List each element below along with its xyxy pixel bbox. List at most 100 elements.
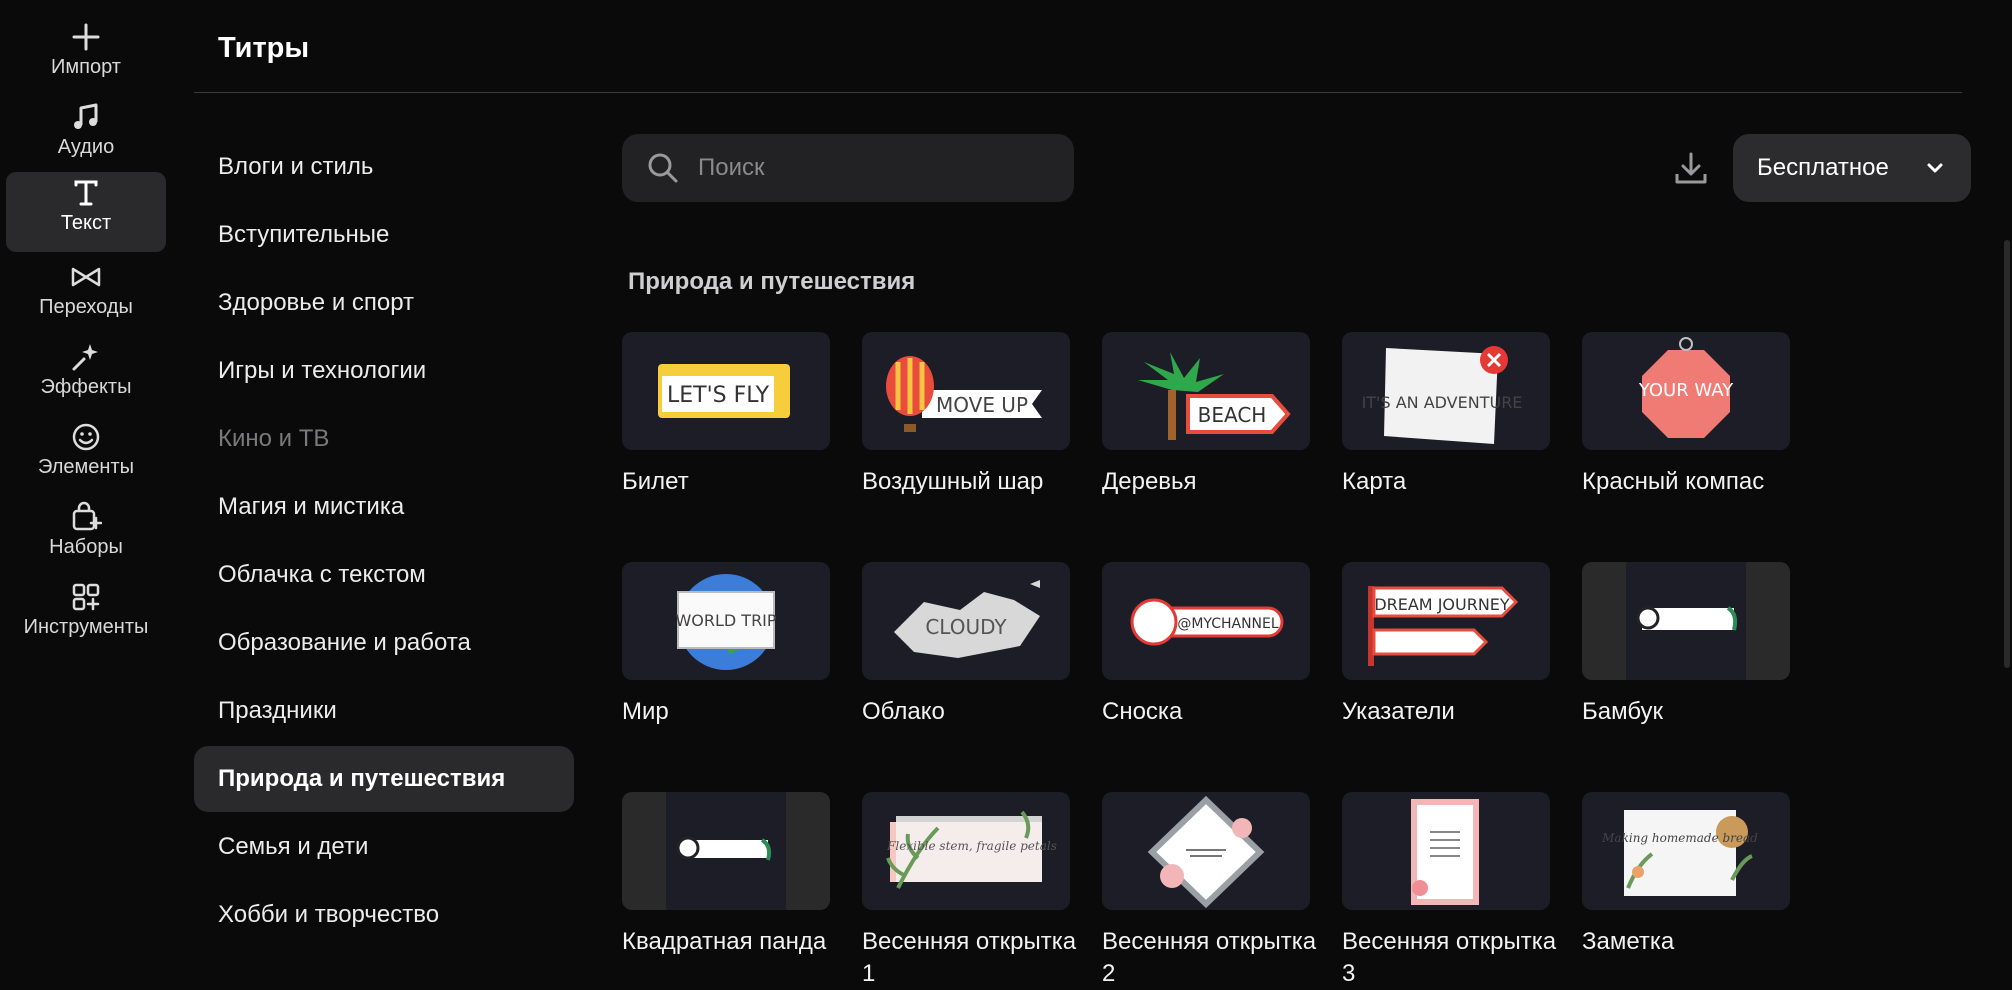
template-label: Весенняя открытка 1 bbox=[862, 928, 1077, 987]
template-label: Воздушный шар bbox=[862, 468, 1044, 495]
svg-text:MOVE UP: MOVE UP bbox=[936, 393, 1028, 417]
price-filter-value: Бесплатное bbox=[1757, 154, 1889, 181]
title-template-card[interactable]: Весенняя открытка 2 bbox=[1102, 792, 1316, 990]
category-item[interactable]: Магия и мистика bbox=[194, 474, 574, 540]
template-thumbnail: YOUR WAY bbox=[1582, 332, 1790, 450]
template-label: Весенняя открытка 3 bbox=[1342, 928, 1557, 987]
svg-text:YOUR WAY: YOUR WAY bbox=[1638, 380, 1734, 401]
category-list: Влоги и стиль Вступительные Здоровье и с… bbox=[194, 134, 574, 950]
price-filter-dropdown[interactable]: Бесплатное bbox=[1733, 134, 1971, 202]
music-note-icon bbox=[69, 100, 103, 134]
title-template-card[interactable]: DREAM JOURNEY Указатели bbox=[1342, 562, 1550, 728]
rail-item-transitions[interactable]: Переходы bbox=[6, 256, 166, 336]
template-label: Весенняя открытка 2 bbox=[1102, 928, 1317, 987]
title-template-card[interactable]: LET'S FLY Билет bbox=[622, 332, 830, 498]
template-label: Мир bbox=[622, 698, 669, 725]
title-template-card[interactable]: WORLD TRIP Мир bbox=[622, 562, 830, 728]
svg-text:Flexible stem, fragile petals: Flexible stem, fragile petals bbox=[886, 839, 1057, 853]
rail-label: Импорт bbox=[51, 56, 121, 78]
download-button[interactable] bbox=[1672, 148, 1710, 188]
title-template-card[interactable]: Бамбук bbox=[1582, 562, 1790, 728]
svg-text:@MYCHANNEL: @MYCHANNEL bbox=[1177, 616, 1279, 632]
template-label: Карта bbox=[1342, 468, 1407, 495]
title-template-card[interactable]: @MYCHANNEL Сноска bbox=[1102, 562, 1310, 728]
template-thumbnail: @MYCHANNEL bbox=[1102, 562, 1310, 680]
title-template-card[interactable]: IT'S AN ADVENTURE Карта bbox=[1342, 332, 1550, 498]
rail-item-sets[interactable]: Наборы bbox=[6, 496, 166, 576]
bag-plus-icon bbox=[69, 500, 103, 534]
category-item[interactable]: Праздники bbox=[194, 678, 574, 744]
title-template-card[interactable]: Flexible stem, fragile petals Весенняя о… bbox=[862, 792, 1076, 990]
template-thumbnail: IT'S AN ADVENTURE bbox=[1342, 332, 1550, 450]
grid-plus-icon bbox=[69, 580, 103, 614]
rail-label: Аудио bbox=[57, 136, 115, 158]
template-label: Квадратная панда bbox=[622, 928, 827, 955]
search-box[interactable] bbox=[622, 134, 1074, 202]
template-label: Указатели bbox=[1342, 698, 1455, 725]
page-title: Титры bbox=[218, 32, 310, 64]
rail-label: Наборы bbox=[49, 536, 123, 558]
scrollbar[interactable] bbox=[2004, 240, 2010, 668]
template-thumbnail: Flexible stem, fragile petals bbox=[862, 792, 1070, 910]
template-label: Заметка bbox=[1582, 928, 1675, 955]
rail-item-tools[interactable]: Инструменты bbox=[6, 576, 166, 656]
title-template-card[interactable]: BEACH Деревья bbox=[1102, 332, 1310, 498]
category-item[interactable]: Влоги и стиль bbox=[194, 134, 574, 200]
rail-label: Текст bbox=[60, 212, 112, 234]
rail-item-import[interactable]: Импорт bbox=[6, 16, 166, 96]
template-thumbnail: MOVE UP bbox=[862, 332, 1070, 450]
title-template-card[interactable]: YOUR WAY Красный компас bbox=[1582, 332, 1790, 498]
template-label: Деревья bbox=[1102, 468, 1197, 495]
category-item[interactable]: Хобби и творчество bbox=[194, 882, 574, 948]
template-thumbnail: LET'S FLY bbox=[622, 332, 830, 450]
svg-text:WORLD TRIP: WORLD TRIP bbox=[675, 611, 776, 630]
svg-text:LET'S FLY: LET'S FLY bbox=[667, 383, 770, 408]
template-thumbnail bbox=[1342, 792, 1550, 910]
title-template-card[interactable]: Квадратная панда bbox=[622, 792, 830, 958]
svg-text:IT'S AN ADVENTURE: IT'S AN ADVENTURE bbox=[1362, 393, 1523, 412]
template-label: Облако bbox=[862, 698, 945, 725]
rail-label: Эффекты bbox=[40, 376, 132, 398]
search-input[interactable] bbox=[696, 153, 1060, 183]
search-icon bbox=[648, 153, 678, 183]
plus-icon bbox=[69, 20, 103, 54]
svg-text:DREAM JOURNEY: DREAM JOURNEY bbox=[1374, 595, 1510, 614]
template-thumbnail bbox=[622, 792, 830, 910]
svg-text:BEACH: BEACH bbox=[1198, 403, 1267, 427]
template-thumbnail: WORLD TRIP bbox=[622, 562, 830, 680]
left-rail: Импорт Аудио Текст Переходы Эффекты Элем… bbox=[0, 0, 172, 990]
category-item[interactable]: Кино и ТВ bbox=[194, 406, 574, 472]
rail-item-text[interactable]: Текст bbox=[6, 172, 166, 252]
category-item[interactable]: Игры и технологии bbox=[194, 338, 574, 404]
category-item[interactable]: Здоровье и спорт bbox=[194, 270, 574, 336]
sparkle-icon bbox=[69, 340, 103, 374]
rail-item-elements[interactable]: Элементы bbox=[6, 416, 166, 496]
category-item[interactable]: Семья и дети bbox=[194, 814, 574, 880]
title-template-card[interactable]: CLOUDY Облако bbox=[862, 562, 1070, 728]
svg-text:CLOUDY: CLOUDY bbox=[925, 615, 1007, 639]
rail-item-audio[interactable]: Аудио bbox=[6, 96, 166, 176]
rail-item-effects[interactable]: Эффекты bbox=[6, 336, 166, 416]
template-thumbnail: CLOUDY bbox=[862, 562, 1070, 680]
bowtie-transition-icon bbox=[69, 260, 103, 294]
header-divider bbox=[194, 92, 1962, 93]
category-item-active[interactable]: Природа и путешествия bbox=[194, 746, 574, 812]
template-thumbnail bbox=[1102, 792, 1310, 910]
title-template-card[interactable]: MOVE UP Воздушный шар bbox=[862, 332, 1070, 498]
text-icon bbox=[69, 176, 103, 210]
template-label: Сноска bbox=[1102, 698, 1183, 725]
title-template-card[interactable]: Making homemade bread Заметка bbox=[1582, 792, 1790, 958]
category-item[interactable]: Образование и работа bbox=[194, 610, 574, 676]
smiley-icon bbox=[69, 420, 103, 454]
template-label: Билет bbox=[622, 468, 689, 495]
title-template-card[interactable]: Весенняя открытка 3 bbox=[1342, 792, 1556, 990]
template-thumbnail: DREAM JOURNEY bbox=[1342, 562, 1550, 680]
section-title: Природа и путешествия bbox=[628, 268, 916, 295]
download-icon bbox=[1675, 152, 1707, 184]
category-item[interactable]: Облачка с текстом bbox=[194, 542, 574, 608]
category-item[interactable]: Вступительные bbox=[194, 202, 574, 268]
rail-label: Инструменты bbox=[23, 616, 149, 638]
template-thumbnail bbox=[1582, 562, 1790, 680]
chevron-down-icon bbox=[1927, 163, 1943, 173]
rail-label: Переходы bbox=[39, 296, 133, 318]
